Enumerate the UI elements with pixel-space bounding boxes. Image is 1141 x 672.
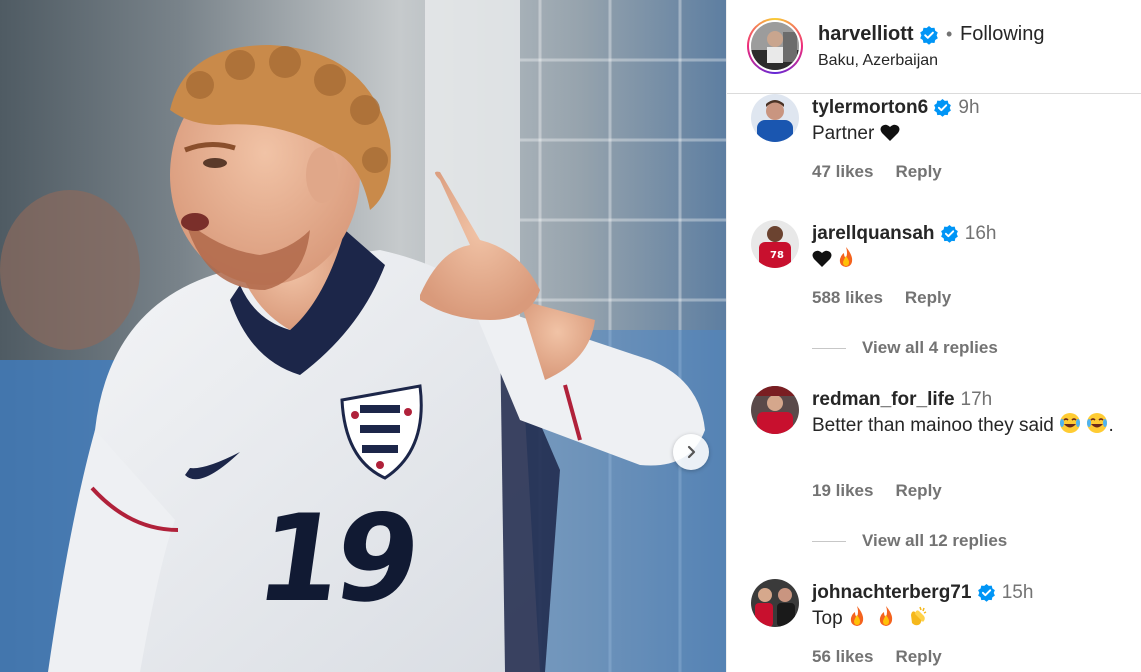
comment-likes[interactable]: 588 likes [812,288,883,307]
view-replies-button[interactable]: View all 12 replies [812,531,1007,551]
comment-text [812,246,855,274]
following-button[interactable]: Following [960,23,1044,46]
fire-emoji-icon [850,606,864,626]
comment-time[interactable]: 16h [965,223,997,244]
comment-item: 78 jarellquansah 16h 588 likes Reply View… [727,220,1141,370]
commenter-username[interactable]: johnachterberg71 [812,582,971,603]
commenter-avatar[interactable] [751,386,799,434]
commenter-username[interactable]: redman_for_life [812,389,955,410]
comment-likes[interactable]: 47 likes [812,162,873,181]
comment-item: tylermorton6 9h Partner 47 likes Reply [727,94,1141,204]
clap-emoji-icon [911,606,927,626]
divider [812,347,846,349]
commenter-avatar[interactable]: 78 [751,220,799,268]
verified-badge-icon [977,584,995,603]
post-image[interactable]: 19 [0,0,726,672]
comment-item: johnachterberg71 15h Top 56 likes Reply [727,579,1141,672]
commenter-username[interactable]: tylermorton6 [812,97,928,118]
svg-text:78: 78 [770,250,784,261]
shirt-number: 19 [248,490,423,629]
verified-badge-icon [920,26,938,45]
post-location[interactable]: Baku, Azerbaijan [818,52,938,70]
comment-likes[interactable]: 19 likes [812,481,873,500]
avatar-image: 78 [751,220,799,268]
reply-button[interactable]: Reply [895,481,941,500]
avatar-image [751,579,799,627]
divider [812,540,846,542]
comment-text: Partner [812,120,900,148]
post-header: harvelliott • Following Baku, Azerbaijan [727,0,1141,94]
avatar-image [751,22,799,70]
author-username[interactable]: harvelliott [818,23,914,46]
fire-emoji-icon [840,247,853,267]
comment-item: redman_for_life 17h Better than mainoo th… [727,386,1141,561]
fire-emoji-icon [880,606,893,626]
joy-emoji-icon [1087,413,1108,433]
chevron-right-icon [687,445,696,459]
post-side-panel: harvelliott • Following Baku, Azerbaijan… [726,0,1141,672]
comment-text: Top [812,605,928,633]
view-replies-button[interactable]: View all 4 replies [812,338,998,358]
avatar-image [751,386,799,434]
comment-time[interactable]: 15h [1002,582,1034,603]
reply-button[interactable]: Reply [895,647,941,666]
reply-button[interactable]: Reply [905,288,951,307]
commenter-avatar[interactable] [751,579,799,627]
verified-badge-icon [940,225,958,244]
verified-badge-icon [934,99,952,118]
commenter-avatar[interactable] [751,94,799,142]
black-heart-emoji-icon [812,250,832,267]
reply-button[interactable]: Reply [895,162,941,181]
avatar-image [751,94,799,142]
joy-emoji-icon [1060,413,1081,433]
author-avatar[interactable] [747,18,803,74]
comment-time[interactable]: 9h [958,97,979,118]
comment-likes[interactable]: 56 likes [812,647,873,666]
next-photo-button[interactable] [673,434,709,470]
commenter-username[interactable]: jarellquansah [812,223,935,244]
header-separator: • [946,24,953,44]
comment-time[interactable]: 17h [961,389,993,410]
comment-text: Better than mainoo they said . [812,412,1122,440]
black-heart-emoji-icon [880,124,900,141]
